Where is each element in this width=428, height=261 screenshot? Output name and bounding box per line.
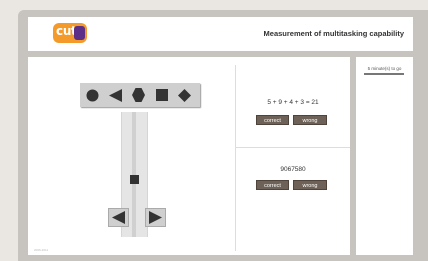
math-wrong-button[interactable]: wrong xyxy=(293,115,327,125)
triangle-right-icon xyxy=(149,211,162,224)
math-correct-button[interactable]: correct xyxy=(256,115,289,125)
diamond-icon[interactable] xyxy=(176,87,193,103)
panel-divider xyxy=(235,65,236,251)
moving-square xyxy=(130,175,139,184)
cut-e-logo: cut xyxy=(53,23,87,43)
math-equation: 5 + 9 + 4 + 3 = 21 xyxy=(267,99,319,106)
timer-panel: 5 minute(s) to go xyxy=(356,57,413,255)
square-icon[interactable] xyxy=(153,87,170,103)
logo-mark xyxy=(74,26,85,40)
footer-text: 2006-2011 xyxy=(34,248,49,252)
timer-label: 5 minute(s) to go xyxy=(367,66,402,71)
triangle-left-icon[interactable] xyxy=(107,87,124,103)
triangle-left-icon xyxy=(112,211,125,224)
task-panel: 5 + 9 + 4 + 3 = 21 correct wrong 9067580… xyxy=(28,57,350,255)
hexagon-icon[interactable] xyxy=(130,87,147,103)
timer-bar xyxy=(364,73,404,75)
page-title: Measurement of multitasking capability xyxy=(263,29,404,38)
number-display: 9067580 xyxy=(280,166,306,173)
header: cut Measurement of multitasking capabili… xyxy=(28,17,413,51)
circle-icon[interactable] xyxy=(84,87,101,103)
number-correct-button[interactable]: correct xyxy=(256,180,289,190)
task-divider xyxy=(236,147,350,148)
number-wrong-button[interactable]: wrong xyxy=(293,180,327,190)
shape-toolbar xyxy=(80,83,200,107)
move-right-button[interactable] xyxy=(145,208,166,227)
move-left-button[interactable] xyxy=(108,208,129,227)
